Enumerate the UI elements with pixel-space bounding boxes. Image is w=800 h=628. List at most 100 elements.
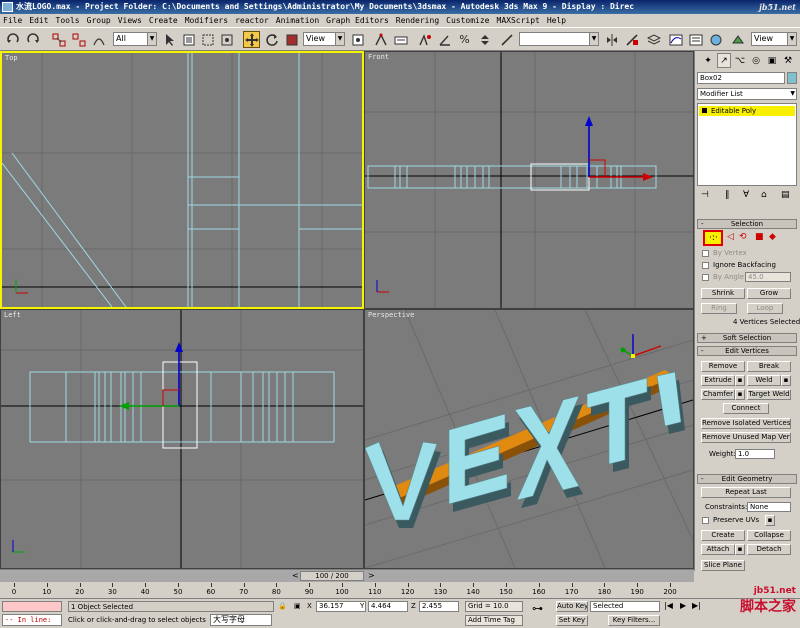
schematic-view-icon[interactable] — [687, 31, 704, 48]
menu-group[interactable]: Group — [87, 16, 111, 25]
create-button[interactable]: Create — [701, 530, 745, 541]
vertex-subobject-icon[interactable]: ·:· — [703, 230, 723, 246]
maxscript-mini-listener[interactable]: -- In line: — [2, 614, 62, 626]
extrude-settings-icon[interactable]: ▪ — [735, 375, 745, 386]
show-end-result-icon[interactable]: ‖ — [725, 190, 730, 200]
y-coordinate-field[interactable]: 4.464 — [368, 601, 408, 612]
menu-graph-editors[interactable]: Graph Editors — [326, 16, 389, 25]
modifier-stack[interactable]: Editable Poly — [697, 103, 797, 186]
select-and-scale-icon[interactable] — [283, 31, 300, 48]
configure-modifier-sets-icon[interactable]: ▤ — [781, 190, 790, 200]
menu-modifiers[interactable]: Modifiers — [185, 16, 228, 25]
x-coordinate-field[interactable]: 36.157 — [316, 601, 366, 612]
chamfer-button[interactable]: Chamfer — [701, 389, 735, 400]
play-icon[interactable]: ▶ — [680, 601, 686, 611]
menu-animation[interactable]: Animation — [276, 16, 319, 25]
selection-filter-dropdown[interactable]: All ▼ — [113, 32, 157, 46]
select-and-link-icon[interactable] — [50, 31, 67, 48]
edge-subobject-icon[interactable]: ◁ — [727, 232, 734, 242]
time-slider-track[interactable]: < 100 / 200 > — [0, 569, 694, 582]
by-angle-spinner[interactable]: 45.0 — [745, 272, 791, 282]
extrude-button[interactable]: Extrude — [701, 375, 735, 386]
menu-customize[interactable]: Customize — [446, 16, 489, 25]
menu-maxscript[interactable]: MAXScript — [497, 16, 540, 25]
shrink-button[interactable]: Shrink — [701, 288, 745, 299]
select-and-move-icon[interactable] — [243, 31, 260, 48]
slice-plane-button[interactable]: Slice Plane — [701, 560, 745, 571]
undo-icon[interactable] — [4, 31, 21, 48]
chamfer-settings-icon[interactable]: ▪ — [735, 389, 745, 400]
goto-start-icon[interactable]: |◀ — [664, 601, 673, 611]
select-and-rotate-icon[interactable] — [263, 31, 280, 48]
motion-tab-icon[interactable]: ◎ — [749, 53, 763, 68]
target-weld-button[interactable]: Target Weld — [747, 389, 791, 400]
weld-settings-icon[interactable]: ▪ — [781, 375, 791, 386]
curve-editor-icon[interactable] — [667, 31, 684, 48]
menu-edit[interactable]: Edit — [29, 16, 48, 25]
utilities-tab-icon[interactable]: ⚒ — [781, 53, 795, 68]
preserve-uvs-checkbox[interactable] — [702, 517, 709, 524]
viewport-left[interactable]: Left — [0, 309, 364, 569]
weld-button[interactable]: Weld — [747, 375, 781, 386]
spinner-snap-icon[interactable] — [476, 31, 493, 48]
border-subobject-icon[interactable]: ⟲ — [739, 232, 747, 242]
reference-coordinate-dropdown[interactable]: View ▼ — [303, 32, 345, 46]
keyboard-shortcut-override-icon[interactable] — [392, 31, 409, 48]
viewport-top-label[interactable]: Top — [5, 54, 18, 62]
attach-list-icon[interactable]: ▪ — [735, 544, 745, 555]
viewport-front-label[interactable]: Front — [368, 53, 389, 61]
stack-item-editable-poly[interactable]: Editable Poly — [699, 106, 795, 116]
menu-file[interactable]: File — [3, 16, 22, 25]
edit-vertices-rollout-header[interactable]: - Edit Vertices — [697, 346, 797, 356]
select-object-icon[interactable] — [161, 31, 178, 48]
pivot-center-icon[interactable] — [349, 31, 366, 48]
collapse-button[interactable]: Collapse — [747, 530, 791, 541]
by-vertex-checkbox[interactable] — [702, 250, 709, 257]
auto-key-button[interactable]: Auto Key — [556, 601, 588, 612]
z-coordinate-field[interactable]: 2.455 — [419, 601, 459, 612]
angle-snap-icon[interactable] — [436, 31, 453, 48]
percent-snap-icon[interactable]: % — [456, 31, 473, 48]
hierarchy-tab-icon[interactable]: ⌥ — [733, 53, 747, 68]
lock-selection-icon[interactable]: 🔒 — [278, 601, 287, 611]
create-tab-icon[interactable]: ✦ — [701, 53, 715, 68]
add-time-tag-button[interactable]: Add Time Tag — [465, 615, 523, 626]
rectangular-selection-icon[interactable] — [199, 31, 216, 48]
pin-stack-icon[interactable]: ⊣ — [701, 190, 709, 200]
weight-spinner[interactable]: 1.0 — [735, 449, 775, 459]
menu-rendering[interactable]: Rendering — [396, 16, 439, 25]
element-subobject-icon[interactable]: ◆ — [769, 232, 776, 242]
maxscript-listener-line[interactable] — [2, 601, 62, 612]
attach-button[interactable]: Attach — [701, 544, 735, 555]
display-tab-icon[interactable]: ▣ — [765, 53, 779, 68]
connect-button[interactable]: Connect — [723, 403, 769, 414]
make-unique-icon[interactable]: ∀ — [743, 190, 749, 200]
remove-unused-map-verts-button[interactable]: Remove Unused Map Verts — [701, 432, 791, 443]
menu-reactor[interactable]: reactor — [235, 16, 269, 25]
bind-to-space-warp-icon[interactable] — [90, 31, 107, 48]
viewport-perspective[interactable]: Perspective — [364, 309, 694, 569]
unlink-selection-icon[interactable] — [70, 31, 87, 48]
loop-button[interactable]: Loop — [747, 303, 783, 314]
remove-modifier-icon[interactable]: ⌂ — [761, 190, 767, 200]
break-button[interactable]: Break — [747, 361, 791, 372]
grow-button[interactable]: Grow — [747, 288, 791, 299]
previous-frame-icon[interactable]: < — [292, 571, 299, 580]
object-name-field[interactable]: Box02 — [697, 72, 785, 84]
window-crossing-icon[interactable] — [218, 31, 235, 48]
ime-status[interactable]: 大写字母 — [210, 614, 272, 626]
app-icon[interactable] — [2, 2, 13, 12]
selection-rollout-header[interactable]: - Selection — [697, 219, 797, 229]
repeat-last-button[interactable]: Repeat Last — [701, 487, 791, 498]
viewport-top[interactable]: Top — [0, 51, 364, 309]
constraints-dropdown[interactable]: None — [747, 502, 791, 512]
modifier-list-dropdown[interactable]: Modifier List ▼ — [697, 88, 797, 100]
select-and-manipulate-icon[interactable] — [372, 31, 389, 48]
viewport-front[interactable]: Front — [364, 51, 694, 309]
remove-button[interactable]: Remove — [701, 361, 745, 372]
time-slider[interactable]: 100 / 200 — [300, 571, 364, 581]
goto-end-icon[interactable]: ▶| — [692, 601, 701, 611]
material-editor-icon[interactable] — [707, 31, 724, 48]
menu-views[interactable]: Views — [118, 16, 142, 25]
viewport-left-label[interactable]: Left — [4, 311, 21, 319]
